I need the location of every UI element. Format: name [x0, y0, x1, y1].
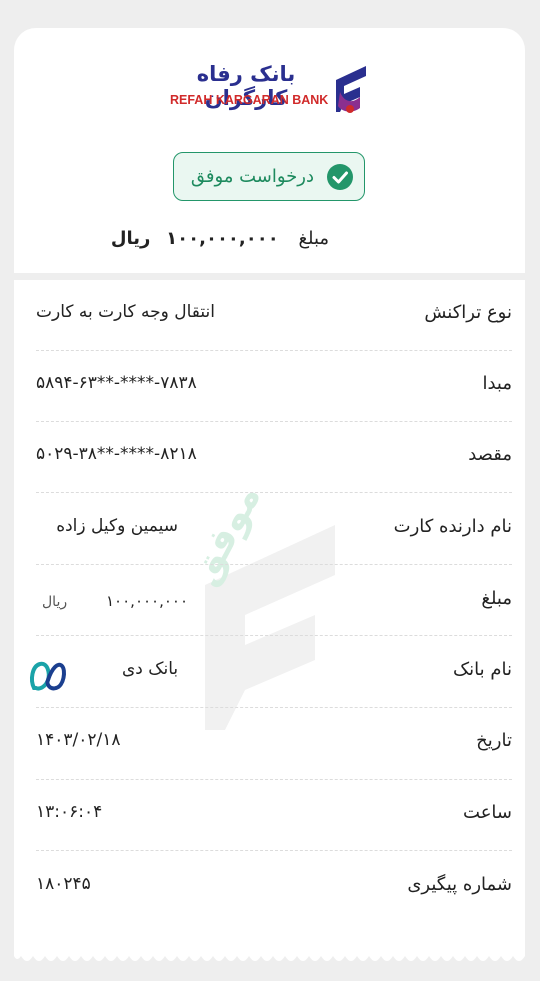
row-divider — [36, 635, 512, 636]
amount-label: مبلغ — [298, 228, 330, 249]
detail-label: شماره پیگیری — [407, 874, 512, 895]
row-divider — [36, 850, 512, 851]
detail-currency: ریال — [42, 594, 68, 610]
detail-label: ساعت — [463, 802, 512, 823]
status-label: درخواست موفق — [190, 166, 314, 187]
row-divider — [36, 564, 512, 565]
detail-row-tracking-number: شماره پیگیری ۱۸۰۲۴۵ — [36, 852, 512, 924]
detail-value: سیمین وکیل زاده — [56, 516, 178, 536]
detail-row-bank-name: نام بانک بانک دی — [36, 637, 512, 709]
detail-value: ۵۰۲۹-۳۸**-****-۸۲۱۸ — [36, 444, 197, 464]
check-circle-icon — [327, 164, 353, 190]
detail-row-destination-card: مقصد ۵۰۲۹-۳۸**-****-۸۲۱۸ — [36, 422, 512, 494]
bank-name-en: REFAH KARGARAN BANK — [170, 93, 329, 107]
detail-value: انتقال وجه کارت به کارت — [36, 302, 215, 322]
detail-label: نام دارنده کارت — [393, 516, 512, 537]
bank-logo: بانک رفاه کارگران REFAH KARGARAN BANK — [170, 62, 374, 116]
detail-value: ۱۰۰,۰۰۰,۰۰۰ — [106, 592, 189, 610]
detail-label: مقصد — [468, 444, 512, 465]
detail-label: مبدا — [482, 373, 512, 394]
detail-row-time: ساعت ۱۳:۰۶:۰۴ — [36, 780, 512, 852]
detail-label: نام بانک — [453, 659, 512, 680]
detail-label: تاریخ — [476, 730, 512, 751]
status-badge: درخواست موفق — [173, 152, 365, 201]
header-amount: مبلغ ۱۰۰,۰۰۰,۰۰۰ ریال — [100, 228, 340, 249]
refah-logo-icon — [336, 66, 366, 113]
detail-row-amount: مبلغ ریال ۱۰۰,۰۰۰,۰۰۰ — [36, 566, 512, 638]
row-divider — [36, 492, 512, 493]
detail-label: مبلغ — [481, 588, 512, 609]
detail-row-date: تاریخ ۱۴۰۳/۰۲/۱۸ — [36, 708, 512, 780]
receipt-torn-edge — [14, 948, 525, 961]
detail-value: ۱۳:۰۶:۰۴ — [36, 802, 103, 822]
detail-value: ۱۴۰۳/۰۲/۱۸ — [36, 730, 121, 750]
detail-value: ۱۸۰۲۴۵ — [36, 874, 91, 894]
detail-value: بانک دی — [122, 659, 179, 679]
amount-value: ۱۰۰,۰۰۰,۰۰۰ — [166, 228, 279, 249]
detail-value: ۵۸۹۴-۶۳**-****-۷۸۳۸ — [36, 373, 197, 393]
amount-currency: ریال — [110, 228, 151, 249]
dey-bank-logo-icon — [30, 661, 66, 691]
detail-row-card-holder: نام دارنده کارت سیمین وکیل زاده — [36, 494, 512, 566]
detail-label: نوع تراکنش — [424, 302, 512, 323]
detail-row-transaction-type: نوع تراکنش انتقال وجه کارت به کارت — [36, 280, 512, 352]
detail-row-source-card: مبدا ۵۸۹۴-۶۳**-****-۷۸۳۸ — [36, 351, 512, 423]
